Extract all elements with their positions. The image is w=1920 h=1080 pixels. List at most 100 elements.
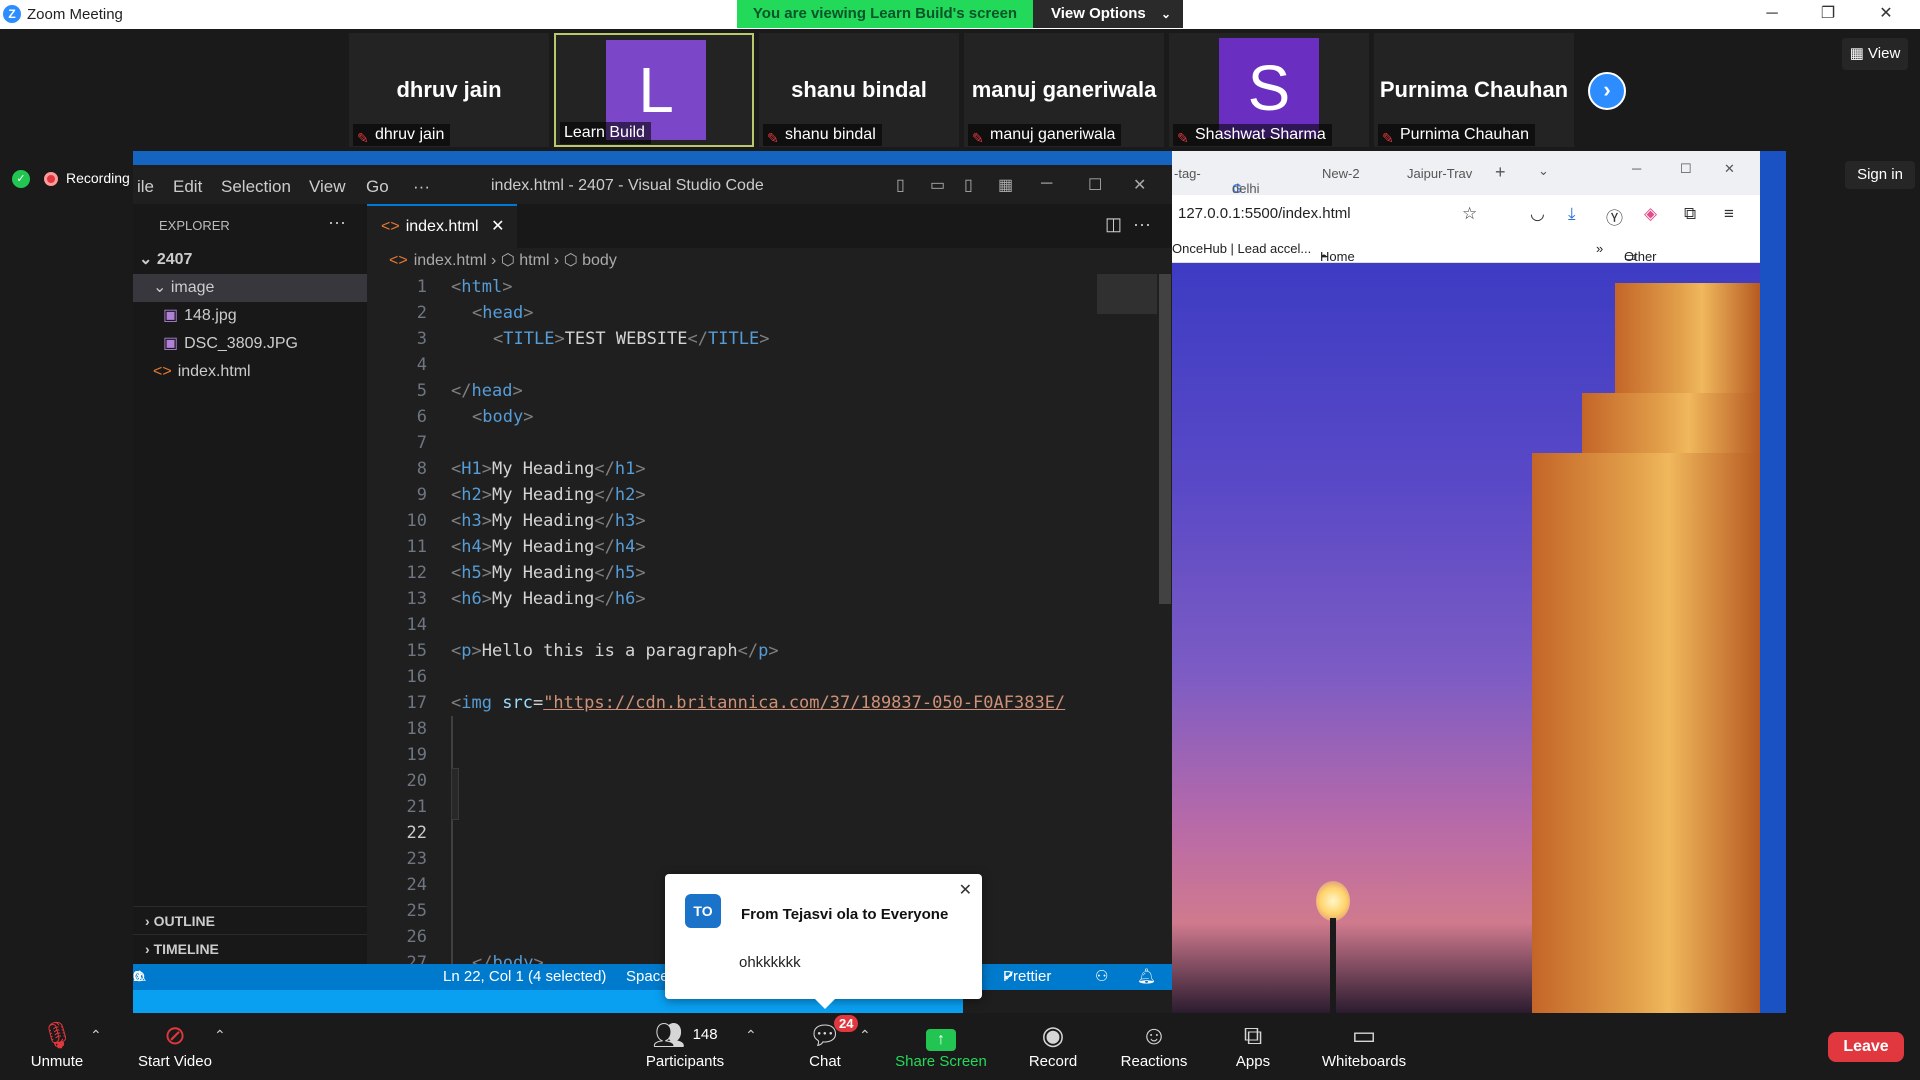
breadcrumb-body[interactable]: body bbox=[582, 252, 617, 269]
menu-go[interactable]: Go bbox=[366, 177, 389, 197]
participant-tile-learn-build[interactable]: L Learn Build bbox=[554, 33, 754, 147]
extensions-puzzle-icon[interactable]: ⧉ bbox=[1684, 204, 1696, 224]
share-screen-button[interactable]: ↑ Share Screen bbox=[890, 1019, 992, 1077]
record-button[interactable]: ◉ Record bbox=[1023, 1019, 1083, 1077]
participants-button[interactable]: 👥︎ 148 Participants bbox=[635, 1019, 735, 1077]
participant-tile-shanu-bindal[interactable]: shanu bindal ✎ shanu bindal bbox=[759, 33, 959, 147]
restore-icon[interactable]: ❐ bbox=[1808, 2, 1848, 26]
new-tab-button[interactable]: + bbox=[1495, 162, 1506, 183]
minimize-icon[interactable]: ─ bbox=[1632, 161, 1641, 176]
browser-tab-new[interactable]: New-2 bbox=[1322, 166, 1360, 181]
code-line: <h2>My Heading</h2> bbox=[451, 485, 646, 505]
code-line: <body> bbox=[472, 407, 534, 427]
minimap-slider[interactable] bbox=[1097, 274, 1157, 314]
html-file-icon: <> bbox=[153, 363, 172, 380]
bookmark-star-icon[interactable]: ☆ bbox=[1462, 204, 1477, 224]
shared-screen-edge bbox=[1759, 151, 1786, 1013]
menu-file[interactable]: ile bbox=[137, 177, 154, 197]
indentation-status[interactable]: Space bbox=[626, 964, 669, 990]
minimize-icon[interactable]: ─ bbox=[1041, 175, 1052, 193]
line-number: 22 bbox=[406, 823, 427, 843]
breadcrumb-file[interactable]: index.html bbox=[414, 252, 487, 269]
start-video-button[interactable]: ⊘ Start Video bbox=[128, 1019, 222, 1077]
chat-notification[interactable]: TO From Tejasvi ola to Everyone ohkkkkkk… bbox=[665, 874, 982, 1009]
minimize-icon[interactable]: ─ bbox=[1752, 2, 1792, 26]
chat-caret-icon[interactable]: ⌃ bbox=[859, 1027, 871, 1044]
menu-view[interactable]: View bbox=[309, 177, 346, 197]
extension-y-icon[interactable]: Ⓨ bbox=[1606, 204, 1623, 229]
participant-tile-manuj-ganeriwala[interactable]: manuj ganeriwala ✎ manuj ganeriwala bbox=[964, 33, 1164, 147]
bookmark-oncehub[interactable]: OnceHub | Lead accel... bbox=[1172, 241, 1311, 256]
explorer-more-icon[interactable]: ··· bbox=[328, 212, 346, 233]
accounts-icon[interactable]: ⚇ bbox=[1095, 964, 1108, 990]
recording-indicator[interactable]: ✓ Recording bbox=[12, 166, 130, 190]
cube-icon: ⬡ bbox=[500, 252, 515, 269]
chat-button[interactable]: 💬︎ 24 Chat bbox=[800, 1015, 859, 1077]
scrollbar-thumb[interactable] bbox=[1159, 274, 1171, 604]
unmute-button[interactable]: 🎙︎ Unmute bbox=[18, 1019, 96, 1077]
mic-muted-icon: ✎ bbox=[1382, 130, 1394, 146]
close-icon[interactable]: ✕ bbox=[1724, 161, 1735, 177]
toggle-panel-icon[interactable]: ▭ bbox=[930, 175, 945, 195]
bookmarks-overflow-icon[interactable]: » bbox=[1596, 241, 1603, 256]
download-icon[interactable]: ⤓ bbox=[1568, 204, 1576, 224]
participant-tile-shashwat-sharma[interactable]: S ✎ Shashwat Sharma bbox=[1169, 33, 1369, 147]
india-gate-top bbox=[1615, 283, 1760, 393]
apps-button[interactable]: ⧉ Apps bbox=[1225, 1019, 1281, 1077]
maximize-icon[interactable]: ☐ bbox=[1088, 175, 1102, 195]
tree-folder-2407[interactable]: ⌄ 2407 bbox=[133, 246, 367, 274]
more-actions-icon[interactable]: ··· bbox=[1133, 214, 1151, 235]
toggle-secondary-sidebar-icon[interactable]: ▯ bbox=[964, 175, 973, 195]
tree-folder-image[interactable]: ⌄ image bbox=[133, 274, 367, 302]
extension-color-icon[interactable]: ◈ bbox=[1644, 204, 1657, 224]
notifications-bell-icon[interactable]: 🔔︎ bbox=[1137, 964, 1156, 990]
close-icon[interactable]: ✕ bbox=[959, 880, 972, 900]
tree-file-index-html[interactable]: <> index.html bbox=[133, 358, 367, 386]
next-page-arrow-icon[interactable]: › bbox=[1588, 72, 1626, 110]
cursor-position[interactable]: Ln 22, Col 1 (4 selected) bbox=[443, 964, 606, 990]
editor-scrollbar[interactable] bbox=[1157, 274, 1172, 964]
line-number: 25 bbox=[406, 901, 427, 921]
whiteboards-button[interactable]: ▭ Whiteboards bbox=[1314, 1019, 1414, 1077]
menu-edit[interactable]: Edit bbox=[173, 177, 202, 197]
reactions-button[interactable]: ☺ Reactions bbox=[1114, 1019, 1194, 1077]
avatar: TO bbox=[685, 894, 721, 928]
menu-hamburger-icon[interactable]: ≡ bbox=[1724, 204, 1734, 224]
video-options-caret-icon[interactable]: ⌃ bbox=[214, 1027, 226, 1044]
toggle-sidebar-icon[interactable]: ▯ bbox=[896, 175, 905, 195]
pocket-icon[interactable]: ◡ bbox=[1530, 204, 1545, 224]
code-line: <img src="https://cdn.britannica.com/37/… bbox=[451, 693, 1066, 713]
browser-tab[interactable]: -tag- bbox=[1174, 166, 1201, 181]
address-bar[interactable]: 127.0.0.1:5500/index.html bbox=[1178, 205, 1351, 222]
customize-layout-icon[interactable]: ▦ bbox=[998, 175, 1013, 195]
view-button[interactable]: ▦ View bbox=[1842, 38, 1908, 70]
line-number: 7 bbox=[416, 433, 427, 453]
timeline-section[interactable]: › TIMELINE bbox=[133, 934, 367, 962]
line-number: 10 bbox=[406, 511, 427, 531]
code-editor[interactable]: 1 2 3 4 5 6 7 8 9 10 11 12 13 14 15 16 17 18 19 20 21 22 23 24 2… bbox=[367, 274, 1172, 964]
leave-button[interactable]: Leave bbox=[1828, 1032, 1904, 1062]
close-icon[interactable]: ✕ bbox=[1133, 175, 1146, 195]
split-editor-icon[interactable]: ◫ bbox=[1105, 214, 1122, 235]
minimap[interactable] bbox=[1097, 274, 1157, 964]
breadcrumb-html[interactable]: html bbox=[519, 252, 549, 269]
view-options-button[interactable]: View Options ⌄ bbox=[1033, 0, 1183, 28]
participant-tile-purnima-chauhan[interactable]: Purnima Chauhan ✎ Purnima Chauhan bbox=[1374, 33, 1574, 147]
menu-selection[interactable]: Selection bbox=[221, 177, 291, 197]
outline-section[interactable]: › OUTLINE bbox=[133, 906, 367, 934]
audio-options-caret-icon[interactable]: ⌃ bbox=[90, 1027, 102, 1044]
sign-in-button[interactable]: Sign in bbox=[1845, 161, 1915, 189]
tree-file-148-jpg[interactable]: ▣ 148.jpg bbox=[133, 302, 367, 330]
tab-list-chevron-icon[interactable]: ⌄ bbox=[1538, 163, 1549, 179]
record-icon: ◉ bbox=[1041, 1020, 1065, 1050]
participants-caret-icon[interactable]: ⌃ bbox=[745, 1027, 757, 1044]
close-tab-icon[interactable]: ✕ bbox=[491, 218, 504, 235]
participant-tile-dhruv-jain[interactable]: dhruv jain ✎ dhruv jain bbox=[349, 33, 549, 147]
close-icon[interactable]: ✕ bbox=[1866, 2, 1906, 26]
participant-label: ✎ Purnima Chauhan bbox=[1378, 124, 1535, 146]
maximize-icon[interactable]: ☐ bbox=[1680, 161, 1692, 177]
tree-file-dsc-3809[interactable]: ▣ DSC_3809.JPG bbox=[133, 330, 367, 358]
browser-tab-jaipur[interactable]: Jaipur-Trav bbox=[1407, 166, 1472, 181]
tab-index-html[interactable]: <> index.html ✕ bbox=[367, 204, 517, 248]
menu-more[interactable]: ··· bbox=[413, 177, 430, 197]
